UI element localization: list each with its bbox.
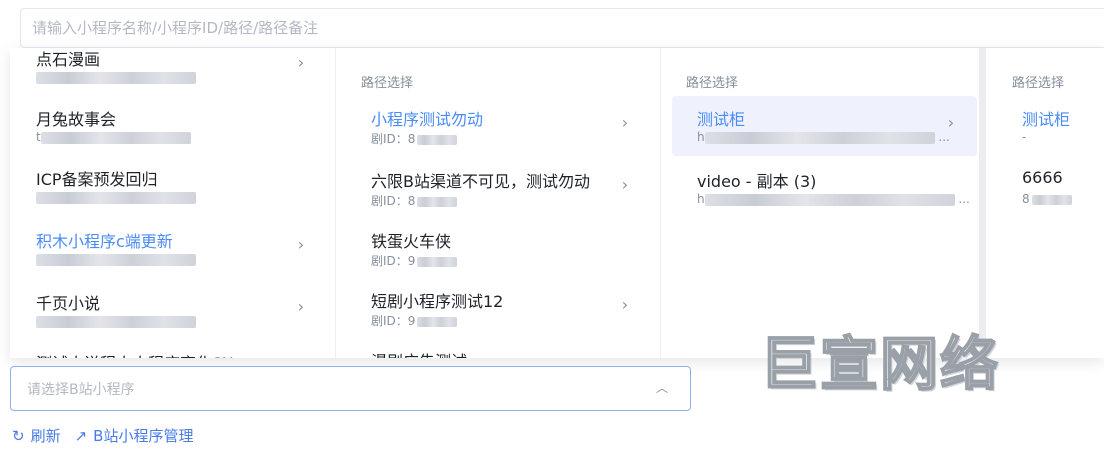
- item-sub: [36, 252, 196, 266]
- refresh-icon: ↻: [12, 426, 25, 445]
- list-item[interactable]: 测试柜 h ... ›: [672, 96, 977, 156]
- item-sub: [36, 190, 196, 204]
- cascader-column-1[interactable]: 点石漫画 › 月兔故事会 t ICP备案预发回归 积木小程序c端更新 › 千页小…: [10, 48, 336, 358]
- item-title: 小程序测试勿动: [371, 110, 484, 129]
- chevron-up-icon: ︿: [655, 381, 668, 395]
- chevron-right-icon: ›: [297, 53, 305, 72]
- item-sub: 8: [1022, 192, 1072, 206]
- item-title: 6666: [1022, 168, 1063, 187]
- list-item[interactable]: 短剧小程序测试12 剧ID：9 ›: [336, 278, 652, 338]
- item-title: 铁蛋火车侠: [371, 232, 452, 251]
- item-title: 点石漫画: [36, 50, 101, 69]
- list-item[interactable]: 测试柜 -: [993, 96, 1104, 156]
- item-sub: 剧ID：9: [371, 252, 458, 269]
- cascader-column-3[interactable]: 路径选择 测试柜 h ... › video - 副本 (3) h ...: [661, 48, 986, 358]
- chevron-right-icon: ›: [297, 235, 305, 254]
- external-link-icon: ↗: [74, 426, 88, 445]
- list-item[interactable]: 月兔故事会 t: [10, 96, 326, 156]
- refresh-label: 刷新: [30, 427, 61, 445]
- list-item[interactable]: ICP备案预发回归: [10, 156, 326, 216]
- item-title: 测试小说程小小程序变化SX: [36, 350, 233, 358]
- list-item[interactable]: 6666 8: [993, 158, 1104, 218]
- item-sub: h ...: [697, 192, 970, 206]
- chevron-right-icon: ›: [621, 295, 629, 314]
- list-item[interactable]: video - 副本 (3) h ...: [672, 158, 977, 218]
- column-header: 路径选择: [1012, 76, 1065, 91]
- item-title: 测试柜: [1022, 110, 1071, 129]
- search-input[interactable]: [21, 9, 1104, 47]
- select-placeholder: 请选择B站小程序: [27, 382, 135, 398]
- item-title: 测试柜: [697, 110, 746, 129]
- list-item[interactable]: 铁蛋火车侠 剧ID：9: [336, 218, 652, 278]
- item-sub: -: [1022, 130, 1027, 144]
- item-title: 积木小程序c端更新: [36, 232, 173, 251]
- column-header: 路径选择: [686, 76, 739, 91]
- item-title: 六限B站渠道不可见，测试勿动: [371, 172, 590, 191]
- column-header: 路径选择: [361, 76, 414, 91]
- item-sub: 剧ID：8: [371, 192, 458, 209]
- list-item[interactable]: 测试小说程小小程序变化SX: [10, 340, 326, 358]
- chevron-right-icon: ›: [297, 297, 305, 316]
- list-item[interactable]: 点石漫画 ›: [10, 48, 326, 96]
- cascader-column-4[interactable]: 路径选择 测试柜 - 6666 8: [993, 48, 1104, 358]
- chevron-right-icon: ›: [947, 113, 955, 132]
- list-item[interactable]: 积木小程序c端更新 ›: [10, 218, 326, 278]
- list-item[interactable]: 千页小说 ›: [10, 280, 326, 340]
- cascader-panel: 点石漫画 › 月兔故事会 t ICP备案预发回归 积木小程序c端更新 › 千页小…: [10, 48, 1104, 358]
- list-item[interactable]: 小程序测试勿动 剧ID：8 ›: [336, 96, 652, 156]
- item-sub: t: [36, 130, 191, 144]
- miniprogram-select[interactable]: 请选择B站小程序 ︿: [10, 366, 691, 411]
- item-sub: [36, 314, 196, 328]
- item-title: video - 副本 (3): [697, 172, 817, 191]
- item-sub: h ...: [697, 130, 950, 144]
- list-item[interactable]: 六限B站渠道不可见，测试勿动 剧ID：8 ›: [336, 158, 652, 218]
- chevron-right-icon: ›: [621, 175, 629, 194]
- item-sub: 剧ID：9: [371, 312, 458, 329]
- search-box[interactable]: [20, 8, 1104, 48]
- action-links: ↻ 刷新 ↗ B站小程序管理: [12, 425, 207, 446]
- refresh-link[interactable]: ↻ 刷新: [12, 425, 61, 446]
- item-sub: 剧ID：8: [371, 130, 458, 147]
- chevron-right-icon: ›: [621, 113, 629, 132]
- item-title: 漫剧广告测试: [371, 348, 467, 358]
- manage-link[interactable]: ↗ B站小程序管理: [75, 425, 194, 446]
- item-title: 千页小说: [36, 294, 101, 313]
- item-sub: [36, 70, 196, 84]
- item-title: ICP备案预发回归: [36, 170, 158, 189]
- manage-label: B站小程序管理: [93, 427, 194, 445]
- item-title: 月兔故事会: [36, 110, 117, 129]
- list-item[interactable]: 漫剧广告测试: [336, 338, 652, 358]
- cascader-column-2[interactable]: 路径选择 小程序测试勿动 剧ID：8 › 六限B站渠道不可见，测试勿动 剧ID：…: [336, 48, 661, 358]
- item-title: 短剧小程序测试12: [371, 292, 504, 311]
